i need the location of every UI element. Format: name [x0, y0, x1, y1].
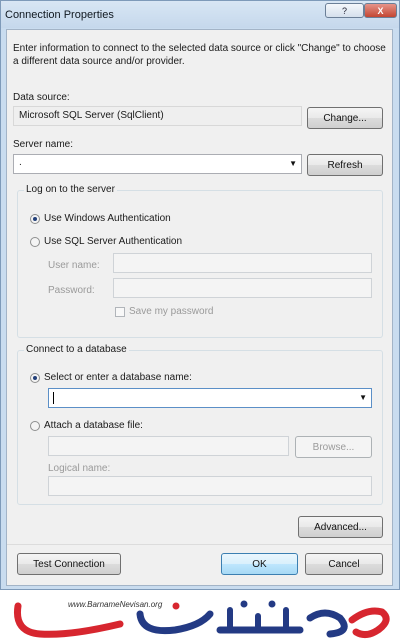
data-source-value: Microsoft SQL Server (SqlClient) — [19, 110, 164, 121]
attach-file-field[interactable] — [48, 436, 289, 456]
select-database-label[interactable]: Select or enter a database name: — [44, 372, 192, 383]
windows-auth-label[interactable]: Use Windows Authentication — [44, 213, 171, 224]
password-label: Password: — [48, 285, 95, 296]
database-group: Connect to a database Select or enter a … — [17, 344, 383, 505]
logical-name-label: Logical name: — [48, 463, 111, 474]
save-password-checkbox[interactable] — [115, 307, 125, 317]
close-button[interactable]: X — [364, 3, 397, 18]
server-name-combobox[interactable]: . ▼ — [13, 154, 302, 174]
password-field[interactable] — [113, 278, 372, 298]
sql-auth-label[interactable]: Use SQL Server Authentication — [44, 236, 182, 247]
cancel-button[interactable]: Cancel — [305, 553, 383, 575]
database-group-legend: Connect to a database — [24, 344, 129, 355]
windows-auth-radio[interactable] — [30, 214, 40, 224]
title-bar: Connection Properties ? X — [1, 1, 399, 28]
site-logo: www.BarnameNevisan.org — [0, 590, 400, 643]
data-source-field: Microsoft SQL Server (SqlClient) — [13, 106, 302, 126]
logical-name-field[interactable] — [48, 476, 372, 496]
save-password-label[interactable]: Save my password — [129, 306, 213, 317]
test-connection-button[interactable]: Test Connection — [17, 553, 121, 575]
logon-group: Log on to the server Use Windows Authent… — [17, 184, 383, 338]
attach-file-radio[interactable] — [30, 421, 40, 431]
connection-properties-dialog: Connection Properties ? X Enter informat… — [0, 0, 400, 590]
refresh-button[interactable]: Refresh — [307, 154, 383, 176]
intro-text: Enter information to connect to the sele… — [13, 43, 386, 67]
logo-graphic — [13, 600, 390, 639]
select-database-radio[interactable] — [30, 373, 40, 383]
window-title: Connection Properties — [5, 9, 114, 21]
separator — [7, 544, 392, 545]
help-button[interactable]: ? — [325, 3, 364, 18]
text-caret — [53, 392, 54, 404]
dropdown-arrow-icon[interactable]: ▼ — [359, 393, 367, 402]
sql-auth-radio[interactable] — [30, 237, 40, 247]
attach-file-label[interactable]: Attach a database file: — [44, 420, 143, 431]
server-name-value: . — [19, 157, 22, 168]
database-name-combobox[interactable]: ▼ — [48, 388, 372, 408]
advanced-button[interactable]: Advanced... — [298, 516, 383, 538]
ok-button[interactable]: OK — [221, 553, 298, 575]
browse-button[interactable]: Browse... — [295, 436, 372, 458]
dialog-body: Enter information to connect to the sele… — [6, 29, 393, 586]
data-source-label: Data source: — [13, 92, 70, 103]
server-name-label: Server name: — [13, 139, 74, 150]
change-button[interactable]: Change... — [307, 107, 383, 129]
username-field[interactable] — [113, 253, 372, 273]
dropdown-arrow-icon[interactable]: ▼ — [289, 159, 297, 168]
username-label: User name: — [48, 260, 100, 271]
logon-group-legend: Log on to the server — [24, 184, 117, 195]
